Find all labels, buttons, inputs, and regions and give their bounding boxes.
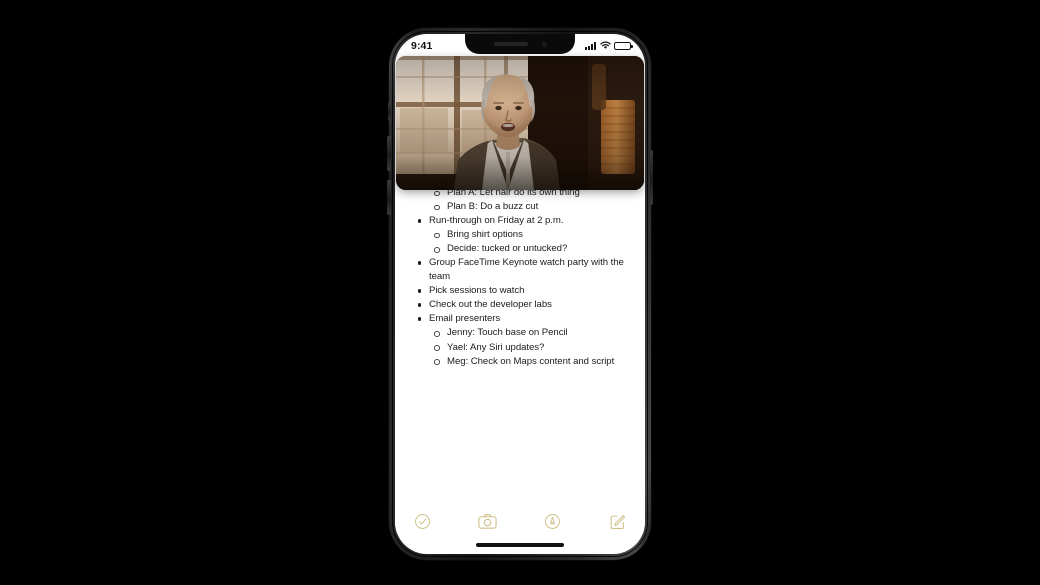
note-checklist: Plan A: Let hair do its own thing Plan B… (415, 186, 629, 368)
facetime-video-frame (396, 56, 644, 190)
list-item[interactable]: Pick sessions to watch (415, 284, 629, 298)
list-item[interactable]: Jenny: Touch base on Pencil (415, 326, 629, 340)
compose-pencil-square-icon (611, 514, 626, 529)
list-item[interactable]: Group FaceTime Keynote watch party with … (415, 256, 629, 283)
list-item[interactable]: Plan B: Do a buzz cut (415, 200, 629, 214)
list-item[interactable]: Check out the developer labs (415, 298, 629, 312)
signal-bars-icon (585, 42, 596, 50)
list-item[interactable]: Email presenters (415, 312, 629, 326)
markup-button[interactable] (540, 508, 566, 534)
markup-pen-circle-icon (545, 513, 561, 529)
home-indicator[interactable] (476, 543, 564, 547)
checkmark-circle-icon (414, 513, 430, 529)
list-item[interactable]: Run-through on Friday at 2 p.m. (415, 214, 629, 228)
battery-icon (614, 41, 633, 51)
list-item[interactable]: Decide: tucked or untucked? (415, 242, 629, 256)
front-camera-icon (541, 41, 547, 47)
mute-switch[interactable] (387, 102, 391, 121)
earpiece-speaker (493, 42, 528, 46)
volume-up-button[interactable] (387, 136, 391, 171)
device-screen: 9:41 Plan A: Let hair do its own thing P… (395, 34, 645, 554)
camera-icon (478, 513, 497, 529)
status-bar-indicators (585, 35, 633, 55)
iphone-device-frame: 9:41 Plan A: Let hair do its own thing P… (387, 28, 653, 560)
facetime-video-tile[interactable] (396, 56, 644, 190)
list-item[interactable]: Meg: Check on Maps content and script (415, 355, 629, 369)
camera-button[interactable] (474, 508, 500, 534)
power-button[interactable] (649, 150, 653, 205)
checklist-button[interactable] (409, 508, 435, 534)
status-bar-clock: 9:41 (411, 39, 433, 52)
screenshot-stage: 9:41 Plan A: Let hair do its own thing P… (0, 0, 1040, 585)
notes-toolbar (395, 508, 645, 534)
volume-down-button[interactable] (387, 180, 391, 215)
display-notch (465, 34, 575, 54)
list-item[interactable]: Yael: Any Siri updates? (415, 341, 629, 355)
wifi-icon (599, 37, 611, 55)
list-item[interactable]: Bring shirt options (415, 228, 629, 242)
compose-button[interactable] (605, 508, 631, 534)
